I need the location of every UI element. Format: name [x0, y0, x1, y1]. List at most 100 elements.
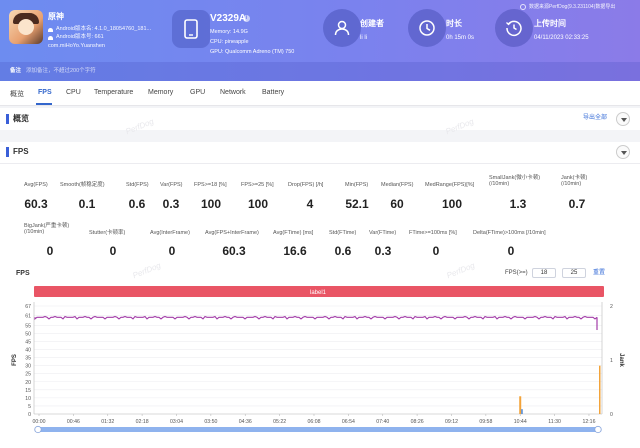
tab-battery[interactable]: Battery — [262, 89, 284, 96]
fps-series-line — [34, 315, 598, 321]
x-tick-label: 06:08 — [307, 419, 320, 425]
y-axis-label: FPS — [12, 354, 18, 366]
export-all-link[interactable]: 导出全部 — [583, 115, 607, 121]
y-tick-label: 10 — [25, 396, 31, 402]
stat-value: 4 — [306, 197, 314, 211]
threshold-input-1[interactable]: 18 — [532, 268, 556, 278]
fps-threshold-label: FPS(>=) — [505, 270, 528, 276]
stat-label: FTime>=100ms [%] — [409, 230, 457, 236]
tab-network[interactable]: Network — [220, 89, 246, 96]
chevron-down-icon[interactable] — [616, 112, 630, 126]
info-icon[interactable]: i — [243, 15, 250, 22]
fps-title: FPS — [13, 147, 29, 156]
y-tick-label: 35 — [25, 356, 31, 362]
tab-memory[interactable]: Memory — [148, 89, 173, 96]
y-tick-label: 45 — [25, 339, 31, 345]
x-tick-label: 03:04 — [170, 419, 183, 425]
device-memory: Memory: 14.9G — [210, 29, 248, 35]
x-tick-label: 01:32 — [101, 419, 114, 425]
stat-value: 0.1 — [78, 197, 96, 211]
app-name: 原神 — [48, 12, 64, 21]
upload-time-label: 上传时间 — [534, 19, 566, 28]
timeline-handle-right[interactable] — [594, 425, 602, 434]
report-header: 原神 Android版本名: 4.1.0_18054760_181... And… — [0, 0, 640, 81]
note-bar[interactable]: 备注 添加备注，不超过200个字符 — [0, 62, 640, 81]
tab-temperature[interactable]: Temperature — [94, 89, 133, 96]
stat-label: Median(FPS) — [381, 182, 414, 188]
tab-fps[interactable]: FPS — [38, 89, 52, 96]
stat-value: 0 — [46, 244, 54, 258]
creator-value: li li — [360, 35, 367, 41]
watermark: PerfDog — [131, 260, 162, 281]
x-tick-label: 00:00 — [33, 419, 46, 425]
y-right-tick-label: 1 — [610, 358, 613, 364]
y-right-axis-label: Jank — [618, 353, 624, 367]
tab-gpu[interactable]: GPU — [190, 89, 205, 96]
stat-label: Std(FTime) — [329, 230, 357, 236]
fps-panel: FPS Avg(FPS) 60.3 Smooth(帧稳定度) 0.1 Std(F… — [0, 117, 640, 448]
threshold-input-2[interactable]: 25 — [562, 268, 586, 278]
duration-value: 0h 15m 0s — [446, 35, 475, 41]
y-tick-label: 5 — [28, 404, 31, 410]
stat-value: 60.3 — [24, 197, 48, 211]
x-tick-label: 11:30 — [548, 419, 561, 425]
section-accent — [6, 147, 9, 157]
history-icon — [495, 9, 533, 47]
stat-value: 0 — [168, 244, 176, 258]
y-tick-label: 20 — [25, 380, 31, 386]
y-right-tick-label: 2 — [610, 304, 613, 310]
x-tick-label: 05:22 — [273, 419, 286, 425]
package-name: com.miHoYo.Yuanshen — [48, 43, 105, 49]
data-source: 数据来源PerfDog(9.3.231104)数据导出 — [529, 4, 616, 10]
note-input[interactable]: 添加备注，不超过200个字符 — [26, 68, 96, 75]
stat-value: 0.3 — [374, 244, 392, 258]
x-tick-label: 00:46 — [67, 419, 80, 425]
stat-value: 0.7 — [568, 197, 586, 211]
reset-link[interactable]: 重置 — [593, 270, 605, 276]
y-tick-label: 40 — [25, 348, 31, 354]
x-tick-label: 04:36 — [239, 419, 252, 425]
y-tick-label: 50 — [25, 331, 31, 337]
fps-chart[interactable]: label1 0 5 10 15 20 25 30 35 40 45 50 55 61 67 FPS 0 1 2 J… — [0, 284, 640, 448]
stat-label: FPS>=25 [%] — [241, 182, 274, 188]
stat-value: 60.3 — [222, 244, 246, 258]
stat-label: Avg(FPS+InterFrame) — [205, 230, 259, 236]
jank-bar — [519, 396, 522, 414]
stat-value: 0 — [109, 244, 117, 258]
x-tick-label: 03:50 — [204, 419, 217, 425]
stat-label: Var(FTime) — [369, 230, 397, 236]
clock-icon — [408, 9, 446, 47]
device-cpu: CPU: pineapple — [210, 39, 249, 45]
stat-value: 0.6 — [334, 244, 352, 258]
stat-value: 0.6 — [128, 197, 146, 211]
stat-label: SmallJank(微小卡顿) (/10min) — [489, 175, 541, 188]
y-tick-label: 30 — [25, 364, 31, 370]
stat-label: Stutter(卡顿率) — [89, 230, 126, 236]
duration-label: 时长 — [446, 19, 462, 28]
section-accent — [6, 114, 9, 124]
user-icon — [323, 9, 361, 47]
stat-value: 16.6 — [283, 244, 307, 258]
stat-value: 100 — [441, 197, 463, 211]
stat-value: 0.3 — [162, 197, 180, 211]
jank-bar — [599, 365, 601, 414]
y-tick-label: 67 — [25, 304, 31, 310]
tab-overview[interactable]: 概览 — [10, 89, 24, 99]
stat-label: Delta(FTime)>100ms [/10min] — [473, 230, 546, 236]
stat-label: Std(FPS) — [126, 182, 149, 188]
timeline-handle-left[interactable] — [34, 425, 42, 434]
stat-label: Avg(FTime) [ms] — [273, 230, 314, 236]
chevron-down-icon[interactable] — [616, 145, 630, 159]
note-label: 备注 — [10, 68, 22, 74]
timeline-range — [38, 427, 598, 432]
stat-value: 52.1 — [345, 197, 369, 211]
x-tick-label: 08:26 — [411, 419, 424, 425]
stat-value: 0 — [432, 244, 440, 258]
stat-value: 60 — [390, 197, 404, 211]
stat-value: 1.3 — [509, 197, 527, 211]
x-tick-label: 09:12 — [445, 419, 458, 425]
stat-label: Min(FPS) — [345, 182, 369, 188]
tab-cpu[interactable]: CPU — [66, 89, 81, 96]
stat-label: MedRange(FPS)[%] — [425, 182, 475, 188]
upload-time-value: 04/11/2023 02:33:25 — [534, 35, 589, 41]
